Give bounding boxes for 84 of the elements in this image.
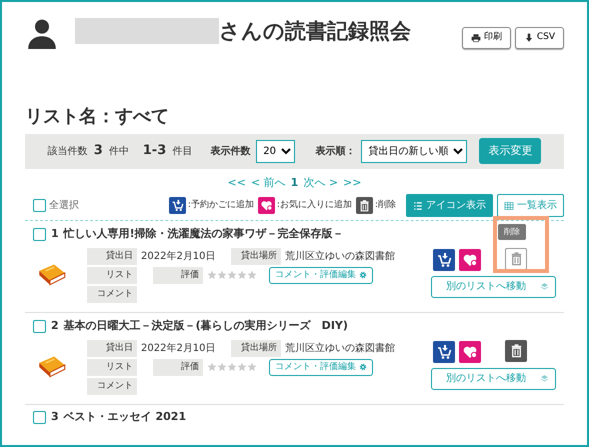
total-label: 該当件数 — [48, 144, 88, 159]
sort-select[interactable]: 貸出日の新しい順 — [361, 140, 468, 163]
move-to-list-button[interactable]: 別のリストへ移動 — [431, 276, 556, 298]
select-all-label[interactable]: 全選択 — [49, 198, 79, 214]
checkbox[interactable] — [33, 410, 46, 424]
add-to-cart-button[interactable] — [433, 248, 455, 271]
gear-icon — [359, 271, 367, 280]
sort-label: 表示順： — [315, 144, 356, 159]
checkbox[interactable] — [33, 228, 46, 241]
field-label: リスト — [87, 266, 137, 284]
layers-icon — [540, 374, 549, 384]
trash-icon — [356, 197, 373, 214]
field-label: 評価 — [153, 266, 203, 284]
gear-icon — [359, 363, 367, 372]
loan-date: 2022年2月10日 — [141, 342, 217, 356]
edit-comment-button[interactable]: コメント・評価編集 — [269, 358, 373, 376]
book-title-link[interactable]: ベスト・エッセイ 2021 — [64, 409, 186, 426]
checkbox[interactable] — [33, 320, 46, 333]
per-page-label: 表示件数 — [210, 144, 250, 159]
field-label: コメント — [87, 286, 137, 304]
legend-label: :削除 — [374, 198, 396, 212]
field-label: 貸出場所 — [231, 340, 281, 357]
list-name-heading: リスト名：すべて — [25, 106, 170, 128]
star-icon — [237, 362, 247, 373]
icon-view-button[interactable]: アイコン表示 — [406, 194, 493, 218]
star-icon — [217, 362, 227, 373]
star-icon — [207, 362, 217, 373]
layers-icon — [540, 282, 549, 292]
add-to-cart-button[interactable] — [433, 340, 455, 363]
legend-label: :予約かごに追加 — [188, 198, 254, 212]
legend-label: :お気に入りに追加 — [276, 198, 352, 212]
cart-icon — [168, 197, 186, 214]
field-label: 評価 — [153, 358, 203, 376]
printer-icon — [470, 32, 481, 43]
edit-comment-button[interactable]: コメント・評価編集 — [269, 266, 373, 284]
per-page-select[interactable]: 20 — [256, 140, 296, 163]
list-icon — [413, 200, 423, 211]
favorite-button[interactable] — [459, 340, 481, 363]
book-title-link[interactable]: 基本の日曜大工－決定版－(暮らしの実用シリーズ DIY) — [64, 318, 348, 335]
item-number: 2 — [51, 318, 59, 334]
download-button[interactable]: CSV — [514, 27, 564, 48]
loan-place: 荒川区立ゆいの森図書館 — [285, 342, 395, 356]
print-button[interactable]: 印刷 — [462, 27, 511, 48]
field-label: 貸出場所 — [231, 248, 281, 265]
star-icon — [207, 270, 217, 281]
checkbox[interactable] — [33, 199, 46, 212]
total-unit: 件中 — [108, 144, 129, 159]
item-number: 3 — [51, 409, 59, 426]
table-view-button[interactable]: 一覧表示 — [497, 194, 564, 218]
heart-icon — [462, 252, 478, 268]
apply-button[interactable]: 表示変更 — [479, 138, 542, 164]
page-link[interactable]: >> — [343, 174, 362, 192]
move-to-list-button[interactable]: 別のリストへ移動 — [431, 368, 556, 390]
star-icon — [227, 270, 237, 281]
grid-icon — [504, 200, 514, 211]
star-icon — [247, 270, 257, 281]
total-count: 3 — [94, 142, 103, 160]
page-link[interactable]: < 前へ — [250, 174, 286, 192]
page-link[interactable]: 次へ > — [303, 174, 338, 192]
item-number: 1 — [51, 226, 59, 242]
favorite-button[interactable] — [459, 248, 481, 271]
current-page: 1 — [290, 174, 298, 191]
range-unit: 件目 — [172, 144, 192, 159]
field-label: 貸出日 — [87, 340, 137, 357]
star-icon — [247, 362, 257, 373]
star-icon — [227, 362, 237, 373]
page-link[interactable]: << — [228, 174, 246, 192]
highlight-frame — [493, 216, 549, 273]
loan-place: 荒川区立ゆいの森図書館 — [285, 250, 395, 264]
star-icon — [217, 270, 227, 281]
cart-icon — [436, 252, 452, 268]
field-label: コメント — [87, 378, 137, 396]
heart-icon — [462, 344, 478, 360]
page-title: さんの読書記録照会 — [219, 18, 411, 45]
book-title-link[interactable]: 忙しい人専用!掃除・洗濯魔法の家事ワザ－完全保存版－ — [64, 226, 344, 243]
range-text: 1-3 — [142, 142, 166, 160]
download-icon — [524, 32, 534, 43]
star-icon — [237, 270, 247, 281]
loan-date: 2022年2月10日 — [141, 250, 217, 264]
field-label: リスト — [87, 358, 137, 376]
delete-button[interactable] — [505, 340, 527, 362]
cart-icon — [436, 344, 452, 360]
tooltip: 削除 — [498, 224, 526, 240]
field-label: 貸出日 — [87, 248, 137, 265]
